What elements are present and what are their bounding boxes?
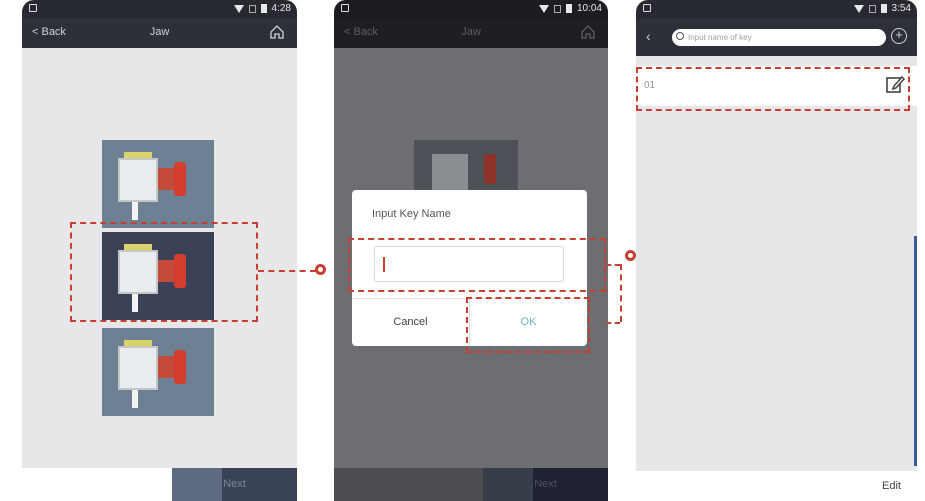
jaw-option-3[interactable] — [102, 328, 214, 416]
notification-icon — [29, 4, 37, 12]
connector-line — [606, 322, 620, 324]
nav-bar: < Back Jaw — [334, 18, 608, 48]
battery-icon — [565, 4, 572, 13]
phone-screen-name-dialog: 10:04 < Back Jaw Input Key Name Cancel O… — [334, 0, 608, 501]
scrollbar[interactable] — [914, 236, 917, 466]
search-input[interactable]: Input name of key — [672, 29, 886, 46]
search-bar: ‹ Input name of key + — [636, 18, 917, 56]
cancel-button[interactable]: Cancel — [352, 298, 469, 346]
battery-icon — [260, 4, 267, 13]
jaw-option-1[interactable] — [102, 140, 214, 228]
search-icon — [676, 32, 684, 40]
status-bar: 4:28 — [22, 0, 297, 18]
page-title: Jaw — [461, 26, 481, 38]
notification-icon — [643, 4, 651, 12]
status-time: 10:04 — [576, 3, 602, 14]
add-icon[interactable]: + — [891, 28, 907, 44]
nav-bar: < Back Jaw — [22, 18, 297, 48]
wifi-icon — [853, 4, 864, 13]
phone-screen-jaw-select: 4:28 < Back Jaw Next — [22, 0, 297, 501]
notification-icon — [341, 4, 349, 12]
connector-line — [620, 264, 622, 322]
signal-icon — [868, 4, 876, 13]
next-button[interactable]: Next — [172, 468, 297, 501]
footer-bar: Edit — [636, 471, 917, 501]
back-chevron-icon[interactable]: ‹ — [646, 28, 651, 44]
home-icon[interactable] — [580, 24, 596, 40]
status-time: 4:28 — [271, 3, 291, 14]
wifi-icon — [538, 4, 549, 13]
signal-icon — [553, 4, 561, 13]
status-bar: 10:04 — [334, 0, 608, 18]
page-title: Jaw — [149, 26, 170, 38]
callout-marker — [625, 250, 636, 261]
callout-marker — [315, 264, 326, 275]
highlight-key-row — [636, 67, 910, 111]
phone-screen-key-list: 3:54 ‹ Input name of key + 01 Edit — [636, 0, 917, 501]
dialog-title: Input Key Name — [372, 208, 451, 220]
edit-button[interactable]: Edit — [882, 480, 901, 492]
search-placeholder: Input name of key — [688, 33, 752, 42]
signal-icon — [248, 4, 256, 13]
next-button[interactable]: Next — [483, 468, 608, 501]
highlight-ok — [466, 297, 590, 353]
home-icon[interactable] — [269, 24, 285, 40]
highlight-input — [348, 238, 606, 292]
battery-icon — [880, 4, 887, 13]
status-time: 3:54 — [891, 3, 911, 14]
bottom-bar: Next — [22, 468, 297, 501]
bottom-bar: Next — [334, 468, 608, 501]
highlight-jaw-selection — [70, 222, 258, 322]
status-bar: 3:54 — [636, 0, 917, 18]
wifi-icon — [233, 4, 244, 13]
jaw-image-dimmed — [414, 140, 518, 190]
connector-line — [606, 264, 620, 266]
connector-line — [258, 270, 316, 272]
